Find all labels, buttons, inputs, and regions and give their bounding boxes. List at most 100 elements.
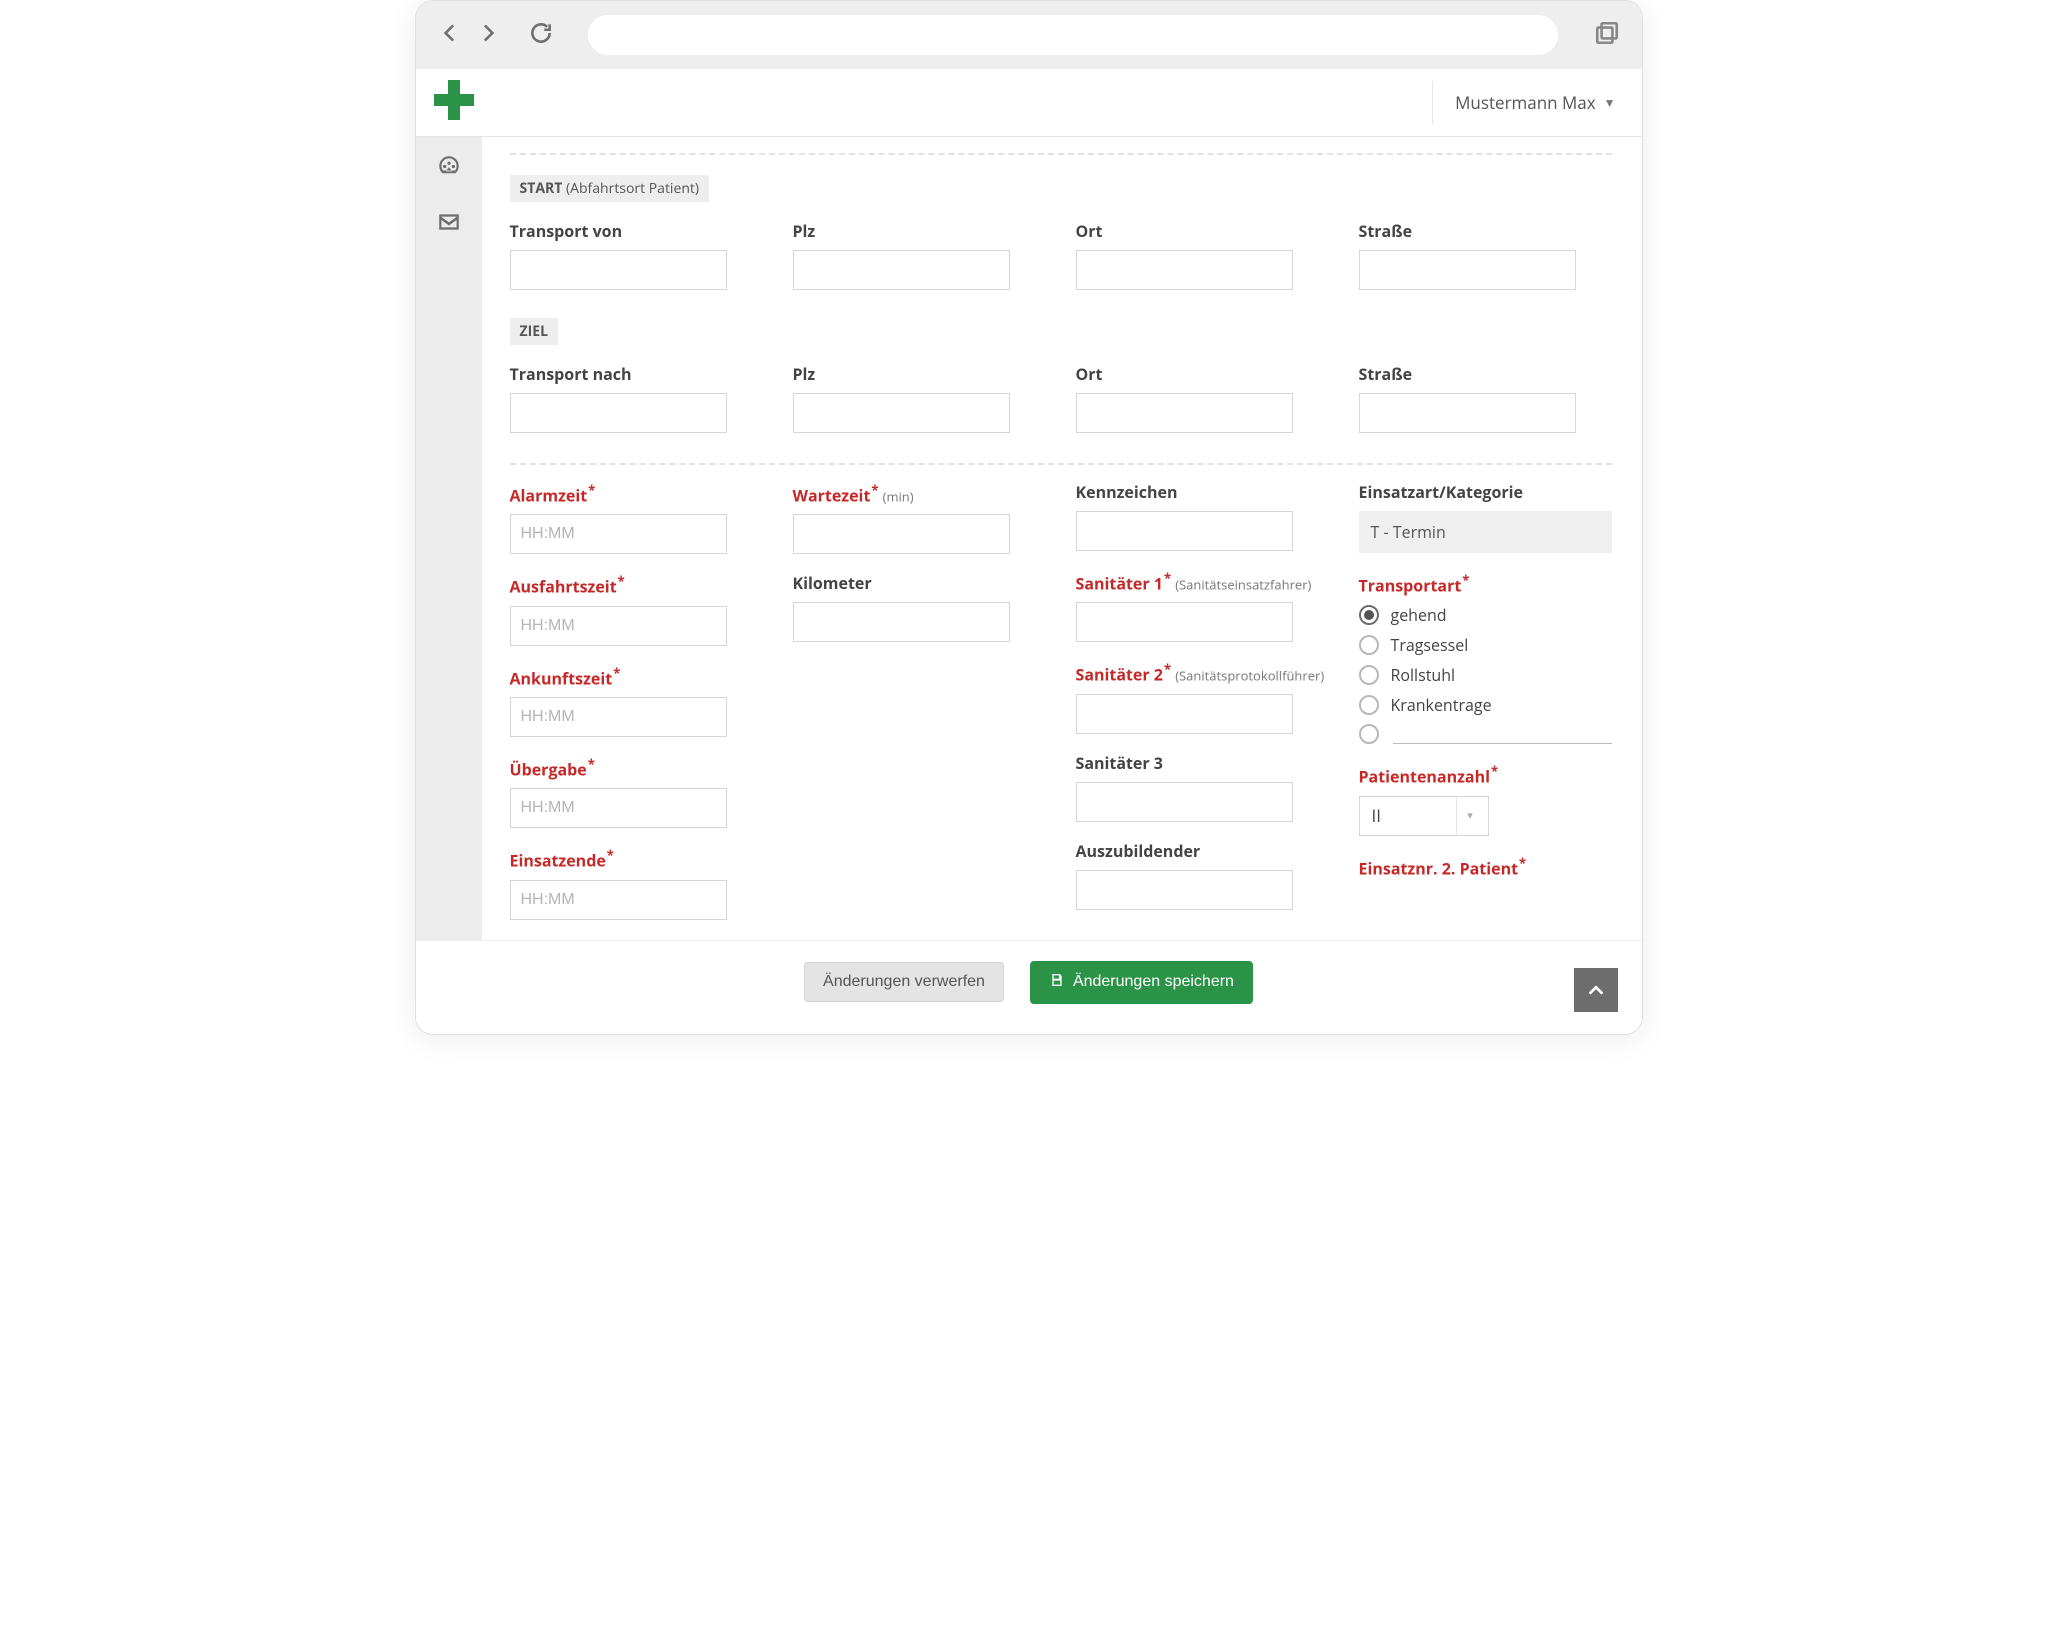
field-alarmzeit: Alarmzeit* <box>510 481 763 554</box>
field-transportart: Transportart* gehend Tragsessel <box>1359 571 1612 744</box>
input-azubi[interactable] <box>1076 870 1294 910</box>
divider <box>510 463 1612 465</box>
input-uebergabe[interactable] <box>510 788 728 828</box>
divider <box>510 153 1612 155</box>
field-einsatznr2: Einsatznr. 2. Patient* <box>1359 854 1612 887</box>
radio-icon <box>1359 724 1379 744</box>
label-einsatzende: Einsatzende* <box>510 846 763 871</box>
chevron-down-icon: ▾ <box>1456 797 1484 835</box>
input-kennzeichen[interactable] <box>1076 511 1294 551</box>
label-patientenanzahl: Patientenanzahl* <box>1359 762 1612 787</box>
browser-chrome <box>416 1 1642 69</box>
label-transport-nach: Transport nach <box>510 363 763 385</box>
radio-gehend[interactable]: gehend <box>1359 604 1612 626</box>
input-sani2[interactable] <box>1076 694 1294 734</box>
label-transportart: Transportart* <box>1359 571 1612 596</box>
field-uebergabe: Übergabe* <box>510 755 763 828</box>
input-start-strasse[interactable] <box>1359 250 1577 290</box>
input-ankunftszeit[interactable] <box>510 697 728 737</box>
input-start-ort[interactable] <box>1076 250 1294 290</box>
caret-down-icon: ▼ <box>1604 94 1616 111</box>
radio-other-input[interactable] <box>1393 724 1612 744</box>
main-content: START (Abfahrtsort Patient) Transport vo… <box>482 137 1642 940</box>
input-wartezeit[interactable] <box>793 514 1011 554</box>
field-transport-von: Transport von <box>510 220 763 290</box>
section-tag-ziel: ZIEL <box>510 318 559 345</box>
field-sani3: Sanitäter 3 <box>1076 752 1329 822</box>
radio-krankentrage[interactable]: Krankentrage <box>1359 694 1612 716</box>
field-patientenanzahl: Patientenanzahl* II ▾ <box>1359 762 1612 835</box>
input-ziel-plz[interactable] <box>793 393 1011 433</box>
field-ankunftszeit: Ankunftszeit* <box>510 664 763 737</box>
mail-icon[interactable] <box>430 203 468 241</box>
label-sani1: Sanitäter 1* (Sanitätseinsatzfahrer) <box>1076 569 1329 594</box>
label-uebergabe: Übergabe* <box>510 755 763 780</box>
label-ziel-plz: Plz <box>793 363 1046 385</box>
user-name: Mustermann Max <box>1455 91 1595 114</box>
value-einsatzart: T - Termin <box>1359 511 1612 553</box>
field-sani2: Sanitäter 2* (Sanitätsprotokollführer) <box>1076 660 1329 733</box>
field-ziel-plz: Plz <box>793 363 1046 433</box>
field-start-plz: Plz <box>793 220 1046 290</box>
save-button[interactable]: Änderungen speichern <box>1030 961 1253 1004</box>
label-ziel-ort: Ort <box>1076 363 1329 385</box>
input-kilometer[interactable] <box>793 602 1011 642</box>
input-sani1[interactable] <box>1076 602 1294 642</box>
refresh-icon[interactable] <box>528 20 554 51</box>
label-start-ort: Ort <box>1076 220 1329 242</box>
field-ziel-ort: Ort <box>1076 363 1329 433</box>
url-bar[interactable] <box>588 15 1558 55</box>
field-kilometer: Kilometer <box>793 572 1046 642</box>
label-sani3: Sanitäter 3 <box>1076 752 1329 774</box>
sidebar <box>416 137 482 940</box>
radio-tragsessel[interactable]: Tragsessel <box>1359 634 1612 656</box>
field-wartezeit: Wartezeit* (min) <box>793 481 1046 554</box>
field-transport-nach: Transport nach <box>510 363 763 433</box>
select-patientenanzahl[interactable]: II ▾ <box>1359 796 1489 836</box>
label-start-strasse: Straße <box>1359 220 1612 242</box>
input-einsatzende[interactable] <box>510 880 728 920</box>
scroll-to-top-button[interactable] <box>1574 968 1618 1012</box>
input-transport-nach[interactable] <box>510 393 728 433</box>
label-start-plz: Plz <box>793 220 1046 242</box>
discard-button[interactable]: Änderungen verwerfen <box>804 962 1004 1002</box>
radio-icon <box>1359 635 1379 655</box>
windows-icon[interactable] <box>1594 20 1620 51</box>
label-kennzeichen: Kennzeichen <box>1076 481 1329 503</box>
radio-icon <box>1359 695 1379 715</box>
input-alarmzeit[interactable] <box>510 514 728 554</box>
field-sani1: Sanitäter 1* (Sanitätseinsatzfahrer) <box>1076 569 1329 642</box>
field-einsatzart: Einsatzart/Kategorie T - Termin <box>1359 481 1612 553</box>
label-einsatznr2: Einsatznr. 2. Patient* <box>1359 854 1612 879</box>
input-ziel-ort[interactable] <box>1076 393 1294 433</box>
medical-cross-logo <box>430 76 478 129</box>
radio-group-transportart: gehend Tragsessel Rollstuhl <box>1359 604 1612 744</box>
back-icon[interactable] <box>438 20 464 51</box>
label-kilometer: Kilometer <box>793 572 1046 594</box>
input-sani3[interactable] <box>1076 782 1294 822</box>
radio-rollstuhl[interactable]: Rollstuhl <box>1359 664 1612 686</box>
input-ausfahrtszeit[interactable] <box>510 606 728 646</box>
label-alarmzeit: Alarmzeit* <box>510 481 763 506</box>
section-tag-start: START (Abfahrtsort Patient) <box>510 175 710 202</box>
label-transport-von: Transport von <box>510 220 763 242</box>
input-transport-von[interactable] <box>510 250 728 290</box>
app-bar: Mustermann Max ▼ <box>416 69 1642 137</box>
bottom-bar: Änderungen verwerfen Änderungen speicher… <box>416 940 1642 1034</box>
input-ziel-strasse[interactable] <box>1359 393 1577 433</box>
label-ausfahrtszeit: Ausfahrtszeit* <box>510 572 763 597</box>
field-ziel-strasse: Straße <box>1359 363 1612 433</box>
label-einsatzart: Einsatzart/Kategorie <box>1359 481 1612 503</box>
forward-icon[interactable] <box>474 20 500 51</box>
label-wartezeit: Wartezeit* (min) <box>793 481 1046 506</box>
label-sani2: Sanitäter 2* (Sanitätsprotokollführer) <box>1076 660 1329 685</box>
field-ausfahrtszeit: Ausfahrtszeit* <box>510 572 763 645</box>
label-ankunftszeit: Ankunftszeit* <box>510 664 763 689</box>
field-start-ort: Ort <box>1076 220 1329 290</box>
dashboard-icon[interactable] <box>430 147 468 185</box>
field-azubi: Auszubildender <box>1076 840 1329 910</box>
input-start-plz[interactable] <box>793 250 1011 290</box>
radio-other[interactable] <box>1359 724 1612 744</box>
radio-icon <box>1359 665 1379 685</box>
user-menu[interactable]: Mustermann Max ▼ <box>1432 81 1615 124</box>
